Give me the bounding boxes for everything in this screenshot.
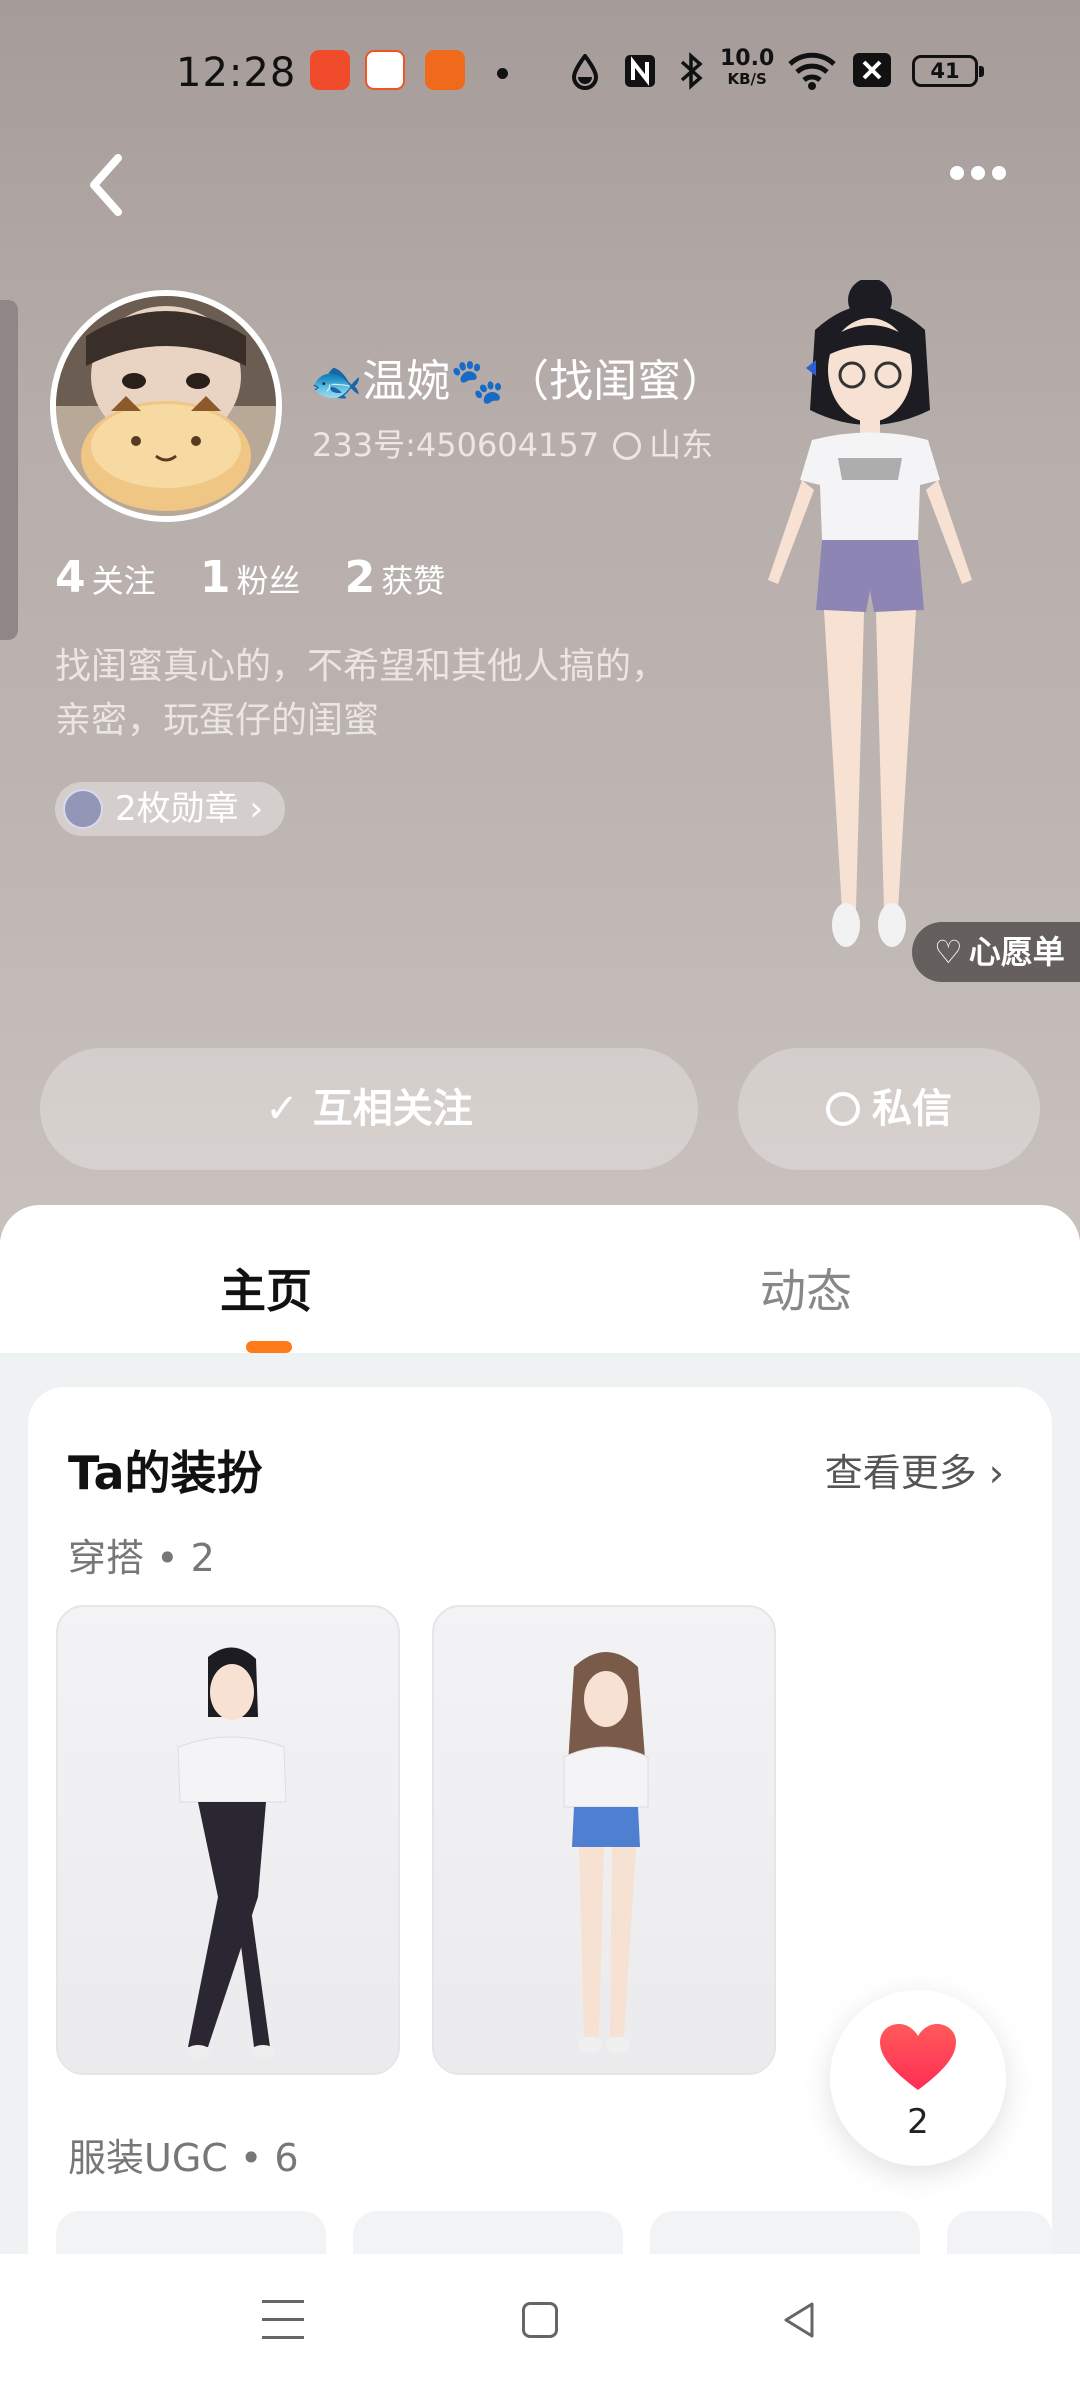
profile-name-text: 温婉 (362, 356, 451, 407)
stat-following[interactable]: 4 关注 (55, 552, 156, 603)
profile-id-line: 233号:450604157 山东 (312, 420, 713, 466)
outfit-card[interactable] (432, 1605, 776, 2075)
like-button[interactable]: 2 (830, 1990, 1006, 2166)
medal-icon (63, 789, 103, 829)
copy-icon[interactable] (613, 432, 642, 460)
profile-bio: 找闺蜜真心的，不希望和其他人搞的， 亲密，玩蛋仔的闺蜜 (55, 640, 755, 748)
heart-outline-icon: ♡ (934, 933, 963, 971)
network-speed-unit: KB/S (727, 70, 767, 88)
character-avatar-figure[interactable] (740, 280, 1000, 980)
stat-followers[interactable]: 1 粉丝 (200, 552, 301, 603)
message-label: 私信 (872, 1086, 952, 1132)
network-speed: 10.0 KB/S (720, 46, 775, 89)
tab-home[interactable]: 主页 (220, 1255, 312, 1321)
active-tab-indicator (246, 1341, 292, 1353)
medals-chip[interactable]: 2枚勋章 › (55, 782, 286, 836)
home-icon[interactable] (522, 2302, 558, 2338)
check-icon: ✓ (265, 1086, 313, 1132)
chevron-right-icon: › (976, 1451, 1004, 1495)
stat-followers-label: 粉丝 (236, 562, 301, 600)
profile-stats: 4 关注 1 粉丝 2 获赞 (55, 552, 479, 603)
avatar-photo (56, 296, 276, 516)
wifi-icon (788, 52, 836, 90)
shopping-app-icon (365, 50, 405, 90)
stat-following-count: 4 (55, 552, 86, 603)
video-app-icon (310, 50, 350, 90)
mutual-follow-label: 互相关注 (312, 1086, 473, 1132)
view-more-label: 查看更多 (824, 1451, 977, 1495)
recent-apps-icon[interactable] (262, 2300, 304, 2340)
outfit-section-label: 穿搭 • 2 (68, 1536, 215, 1580)
network-speed-value: 10.0 (720, 46, 775, 71)
bluetooth-icon (680, 52, 703, 90)
mutual-follow-button[interactable]: ✓ 互相关注 (40, 1048, 698, 1170)
paw-icon: 🐾 (450, 356, 506, 407)
battery-level: 41 (930, 59, 960, 83)
profile-location: 山东 (649, 426, 714, 464)
profile-name: 🐟温婉🐾（找闺蜜） (310, 345, 725, 409)
status-time: 12:28 (176, 50, 297, 96)
status-bar: 12:28 10.0 KB/S 41 (0, 40, 1080, 110)
dressup-title: Ta的装扮 (68, 1446, 263, 1500)
back-icon[interactable] (82, 150, 132, 220)
profile-name-suffix: （找闺蜜） (505, 356, 726, 407)
tab-feed[interactable]: 动态 (760, 1255, 852, 1321)
stat-followers-count: 1 (199, 552, 231, 603)
notification-dot-icon (497, 68, 508, 79)
wishlist-label: 心愿单 (968, 933, 1065, 971)
medals-label: 2枚勋章 (115, 789, 239, 829)
ugc-section-label: 服装UGC • 6 (68, 2136, 299, 2180)
profile-tabs: 主页 动态 (0, 1205, 1080, 1353)
message-button[interactable]: 私信 (738, 1048, 1040, 1170)
stat-likes-label: 获赞 (381, 562, 446, 600)
system-nav-bar (0, 2254, 1080, 2400)
profile-content-sheet: 主页 动态 Ta的装扮 查看更多 › 穿搭 • 2 服装UGC • 6 (0, 1205, 1080, 2400)
side-edge-handle[interactable] (0, 300, 18, 640)
bio-line-2: 亲密，玩蛋仔的闺蜜 (55, 700, 380, 741)
stat-likes[interactable]: 2 获赞 (345, 552, 446, 603)
stat-following-label: 关注 (91, 562, 156, 600)
back-triangle-icon[interactable] (778, 2298, 822, 2342)
fish-icon: 🐟 (310, 357, 363, 406)
profile-id: 233号:450604157 (312, 426, 600, 464)
bio-line-1: 找闺蜜真心的，不希望和其他人搞的， (55, 646, 668, 687)
view-more-link[interactable]: 查看更多 › (825, 1442, 1004, 1497)
battery-indicator: 41 (912, 55, 984, 87)
outfit-figure-2 (563, 1652, 649, 2053)
stat-likes-count: 2 (344, 552, 376, 603)
chat-bubble-icon (826, 1092, 860, 1126)
more-options-icon[interactable] (950, 165, 1020, 195)
signal-off-icon (853, 53, 891, 87)
heart-icon (880, 2024, 956, 2090)
chevron-right-icon: › (249, 789, 264, 829)
wishlist-button[interactable]: ♡ 心愿单 (912, 922, 1080, 982)
music-app-icon (425, 50, 465, 90)
dressup-card: Ta的装扮 查看更多 › 穿搭 • 2 服装UGC • 6 (28, 1387, 1052, 2400)
avatar[interactable] (50, 290, 282, 522)
data-saver-icon (571, 54, 599, 90)
like-count: 2 (907, 2102, 929, 2142)
nfc-icon (625, 55, 655, 87)
outfit-figure-1 (177, 1647, 287, 2059)
profile-header: 12:28 10.0 KB/S 41 🐟温婉🐾（找闺蜜） 233号:450604… (0, 0, 1080, 1240)
outfit-card[interactable] (56, 1605, 400, 2075)
